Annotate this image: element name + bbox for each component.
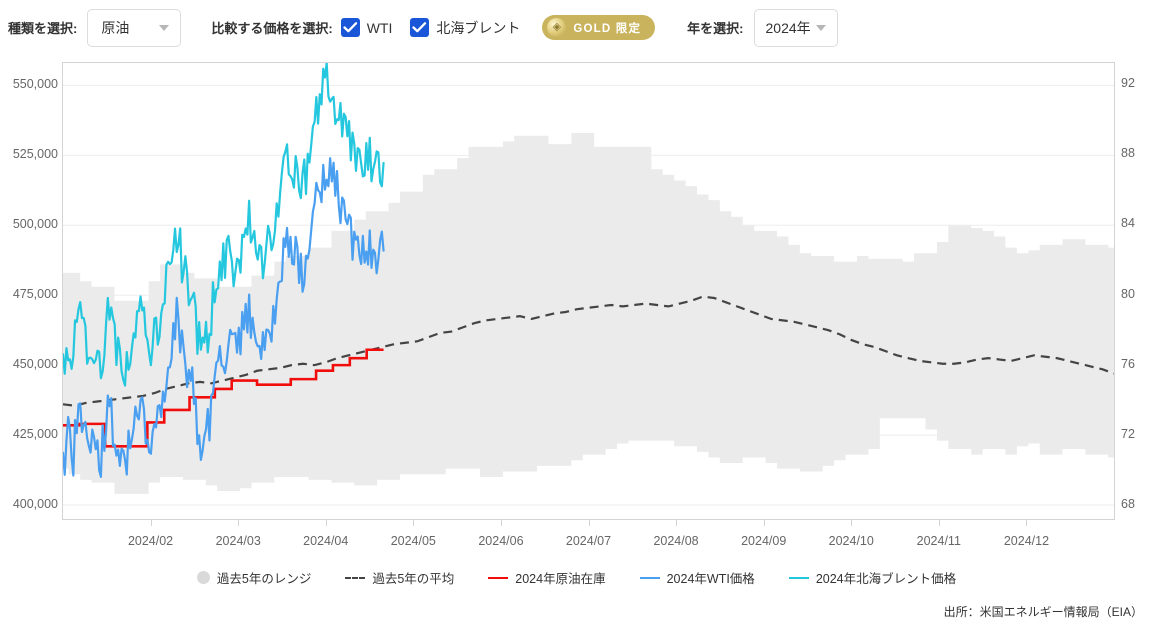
legend-item-range[interactable]: 過去5年のレンジ: [196, 568, 312, 587]
check-icon: [343, 22, 357, 33]
legend-swatch-average-icon: [345, 576, 366, 579]
x-axis-tick-mark: [500, 520, 502, 526]
x-axis-tick-mark: [763, 520, 765, 526]
y-axis-right-tick: 88: [1121, 146, 1135, 161]
compare-price-label: 比較する価格を選択:: [211, 21, 333, 36]
year-select[interactable]: 2024年: [753, 8, 838, 47]
x-axis-tick: 2024/07: [565, 534, 612, 548]
checkbox-brent[interactable]: 北海ブレント: [410, 18, 520, 38]
chart-frame: [62, 62, 1115, 520]
x-axis-tick: 2024/08: [653, 534, 699, 548]
x-axis-tick-mark: [676, 520, 678, 526]
type-select-value: 原油: [101, 19, 130, 36]
type-select-label: 種類を選択:: [8, 21, 78, 36]
y-axis-right-tick: 92: [1121, 76, 1135, 91]
y-axis-left-tick: 550,000: [12, 77, 58, 92]
x-axis-tick-mark: [238, 520, 240, 526]
x-axis-tick-mark: [588, 520, 590, 526]
x-axis-tick: 2024/12: [1003, 534, 1050, 548]
legend-swatch-brent-icon: [788, 576, 809, 579]
gold-plan-badge[interactable]: ◈ GOLD 限定: [542, 15, 656, 40]
y-axis-right-tick: 76: [1121, 356, 1135, 371]
chart-legend: 過去5年のレンジ 過去5年の平均 2024年原油在庫 2024年WTI価格 20…: [0, 568, 1153, 587]
chevron-down-icon: [815, 24, 826, 31]
checkbox-brent-label: 北海ブレント: [436, 19, 521, 36]
chart-canvas: [63, 63, 1114, 506]
controls-toolbar: 種類を選択: 原油 比較する価格を選択: WTI 北海ブレント ◈ GOLD 限…: [0, 0, 1153, 55]
type-select[interactable]: 原油: [87, 8, 182, 47]
x-axis-tick: 2024/02: [127, 534, 174, 548]
y-axis-left-tick: 475,000: [12, 287, 58, 302]
y-axis-left-tick: 425,000: [12, 427, 58, 442]
y-axis-right-tick: 68: [1121, 496, 1135, 511]
legend-item-brent[interactable]: 2024年北海ブレント価格: [788, 568, 957, 587]
coin-icon: ◈: [547, 18, 567, 37]
x-axis-tick: 2024/04: [303, 534, 349, 548]
x-axis-tick-mark: [938, 520, 940, 526]
y-axis-left-tick: 450,000: [12, 357, 58, 372]
check-icon: [412, 22, 427, 33]
checkbox-wti-box[interactable]: [340, 18, 360, 37]
chevron-down-icon: [159, 24, 170, 31]
checkbox-brent-box[interactable]: [410, 18, 430, 37]
x-axis-tick: 2024/05: [390, 534, 436, 548]
x-axis-tick-mark: [851, 520, 853, 526]
legend-swatch-inventory-icon: [488, 576, 509, 579]
y-axis-left-tick: 525,000: [12, 147, 58, 162]
chart-plot-area: [63, 63, 1114, 519]
year-select-value: 2024年: [765, 19, 811, 36]
legend-label-brent: 2024年北海ブレント価格: [815, 572, 957, 586]
legend-swatch-range-icon: [196, 571, 210, 584]
y-axis-right-tick: 84: [1121, 216, 1135, 231]
x-axis-tick-mark: [150, 520, 152, 526]
x-axis-tick: 2024/09: [741, 534, 787, 548]
y-axis-left-tick: 500,000: [12, 217, 58, 232]
source-note: 出所：米国エネルギー情報局（EIA）: [943, 605, 1143, 619]
legend-item-wti[interactable]: 2024年WTI価格: [639, 568, 755, 587]
legend-label-range: 過去5年のレンジ: [216, 572, 312, 586]
x-axis-tick: 2024/11: [916, 534, 961, 548]
x-axis-tick-mark: [413, 520, 415, 526]
x-axis-tick: 2024/03: [215, 534, 261, 548]
x-axis-tick-mark: [325, 520, 327, 526]
checkbox-wti[interactable]: WTI: [340, 18, 393, 37]
y-axis-right-tick: 80: [1121, 286, 1135, 301]
legend-swatch-wti-icon: [639, 576, 660, 579]
legend-label-wti: 2024年WTI価格: [666, 572, 755, 586]
legend-label-inventory: 2024年原油在庫: [515, 572, 606, 586]
x-axis-tick: 2024/06: [478, 534, 524, 548]
legend-item-average[interactable]: 過去5年の平均: [345, 568, 454, 587]
year-select-label: 年を選択:: [687, 21, 744, 36]
legend-label-average: 過去5年の平均: [372, 572, 455, 586]
y-axis-left-tick: 400,000: [12, 497, 58, 511]
x-axis-tick-mark: [1026, 520, 1028, 526]
checkbox-wti-label: WTI: [366, 19, 393, 36]
x-axis-tick: 2024/10: [828, 534, 874, 548]
gold-badge-label: GOLD 限定: [573, 22, 642, 35]
price-checkbox-group: WTI 北海ブレント: [333, 18, 520, 38]
y-axis-right-tick: 72: [1121, 426, 1135, 441]
legend-item-inventory[interactable]: 2024年原油在庫: [488, 568, 606, 587]
